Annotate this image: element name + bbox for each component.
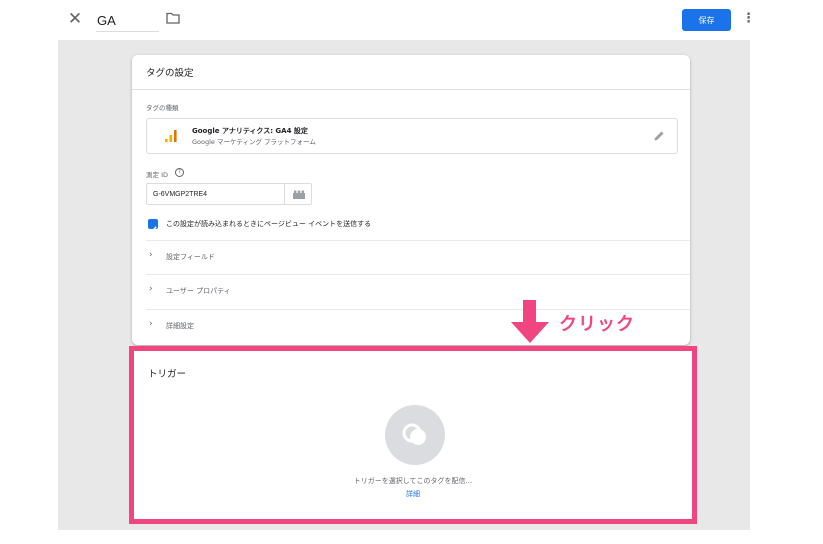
tag-type-title: Google アナリティクス: GA4 設定 bbox=[192, 127, 308, 135]
chevron-right-icon: › bbox=[149, 284, 153, 294]
trigger-placeholder-text: トリガーを選択してこのタグを配信... bbox=[353, 477, 473, 485]
divider bbox=[132, 89, 690, 90]
section-fields-to-set[interactable]: › 設定フィールド bbox=[146, 242, 690, 272]
trigger-circles-icon bbox=[402, 423, 426, 445]
tag-type-subtitle: Google マーケティング プラットフォーム bbox=[192, 138, 316, 146]
trigger-card[interactable]: トリガー トリガーを選択してこのタグを配信... 詳細 bbox=[129, 346, 697, 524]
trigger-select-icon[interactable] bbox=[385, 405, 445, 465]
trigger-details-link[interactable]: 詳細 bbox=[134, 489, 692, 499]
analytics-bars-icon bbox=[165, 130, 177, 142]
top-bar: ✕ 保存 ⋮ bbox=[0, 0, 823, 40]
down-arrow-icon bbox=[511, 300, 549, 343]
click-annotation: クリック bbox=[559, 314, 635, 335]
tag-name-input[interactable] bbox=[96, 9, 159, 32]
variable-picker-button[interactable] bbox=[284, 183, 312, 205]
tag-type-label: タグの種類 bbox=[146, 104, 179, 112]
measurement-id-input[interactable] bbox=[146, 183, 284, 205]
tag-config-title: タグの設定 bbox=[146, 68, 194, 79]
pageview-checkbox-label: この設定が読み込まれるときにページビュー イベントを送信する bbox=[166, 220, 372, 228]
check-icon bbox=[149, 226, 157, 233]
more-vert-icon[interactable]: ⋮ bbox=[742, 10, 755, 28]
trigger-title: トリガー bbox=[148, 369, 187, 380]
section-user-properties[interactable]: › ユーザー プロパティ bbox=[146, 276, 690, 306]
variable-block-icon bbox=[293, 190, 305, 199]
chevron-right-icon: › bbox=[149, 250, 153, 260]
pageview-checkbox[interactable] bbox=[148, 219, 158, 233]
section-label: ユーザー プロパティ bbox=[166, 287, 231, 295]
close-icon[interactable]: ✕ bbox=[66, 10, 84, 28]
divider bbox=[146, 240, 690, 241]
measurement-id-label: 測定 ID bbox=[146, 171, 168, 179]
section-label: 詳細設定 bbox=[166, 322, 194, 330]
chevron-right-icon: › bbox=[149, 319, 153, 329]
folder-icon[interactable] bbox=[166, 12, 180, 24]
tag-type-selector[interactable]: Google アナリティクス: GA4 設定 Google マーケティング プラ… bbox=[146, 118, 678, 154]
save-button[interactable]: 保存 bbox=[682, 9, 731, 31]
help-icon[interactable]: ? bbox=[175, 168, 184, 177]
section-label: 設定フィールド bbox=[166, 253, 215, 261]
edit-pencil-icon[interactable] bbox=[653, 130, 665, 142]
divider bbox=[146, 274, 690, 275]
